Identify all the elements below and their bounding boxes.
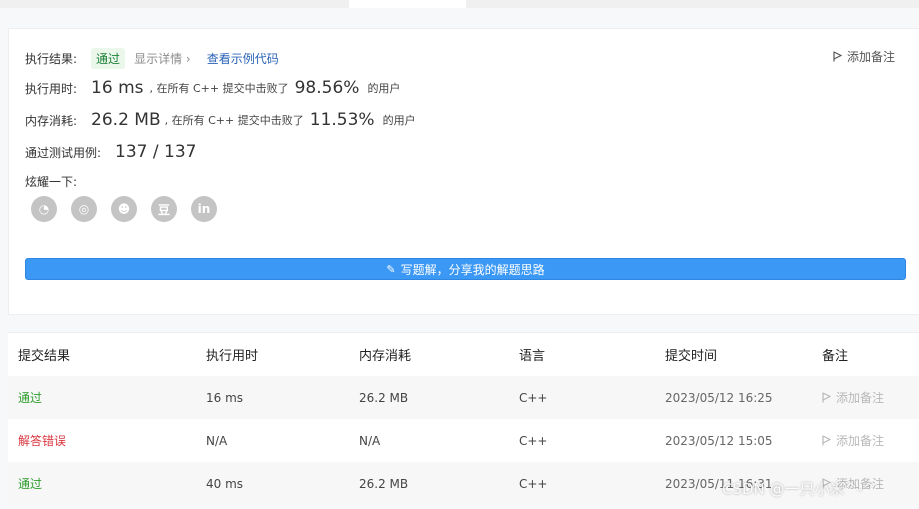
watermark: CSDN @一只小米^-^ <box>722 480 876 498</box>
row-result[interactable]: 通过 <box>18 376 42 419</box>
share-row: 炫耀一下: <box>25 173 77 190</box>
runtime-description: , 在所有 C++ 提交中击败了 <box>149 82 289 95</box>
row-result[interactable]: 解答错误 <box>18 419 66 462</box>
view-example-code-link[interactable]: 查看示例代码 <box>207 50 279 67</box>
table-row[interactable]: 解答错误 N/A N/A C++ 2023/05/12 15:05 添加备注 <box>8 419 919 462</box>
runtime-value: 16 ms <box>91 78 144 98</box>
row-time: 2023/05/12 16:25 <box>665 390 773 405</box>
runtime-row: 执行用时: 16 ms , 在所有 C++ 提交中击败了 98.56% 的用户 <box>25 78 400 98</box>
douban-icon[interactable]: 豆 <box>151 196 177 222</box>
row-language: C++ <box>519 433 548 448</box>
row-memory: 26.2 MB <box>359 476 409 491</box>
header-memory: 内存消耗 <box>359 349 412 364</box>
memory-value: 26.2 MB <box>91 110 161 130</box>
tests-value: 137 / 137 <box>115 142 197 162</box>
row-memory: N/A <box>359 433 381 448</box>
row-runtime: 40 ms <box>206 476 244 491</box>
pencil-icon: ✎ <box>386 262 396 276</box>
row-result[interactable]: 通过 <box>18 462 42 505</box>
show-detail-label: 显示详情 <box>134 52 183 66</box>
memory-description: , 在所有 C++ 提交中击败了 <box>164 114 304 127</box>
flag-icon <box>822 435 831 446</box>
write-solution-label: 写题解，分享我的解题思路 <box>400 262 545 277</box>
row-time: 2023/05/12 15:05 <box>665 433 773 448</box>
memory-label: 内存消耗: <box>25 113 78 128</box>
tests-label: 通过测试用例: <box>25 145 102 160</box>
flag-icon <box>833 51 842 62</box>
wechat-icon[interactable]: ◔ <box>31 196 57 222</box>
header-result: 提交结果 <box>18 349 71 364</box>
row-runtime: N/A <box>206 433 228 448</box>
share-label: 炫耀一下: <box>25 175 78 189</box>
row-language: C++ <box>519 390 548 405</box>
row-runtime: 16 ms <box>206 390 244 405</box>
runtime-suffix: 的用户 <box>367 82 401 95</box>
status-badge: 通过 <box>91 48 126 69</box>
header-time: 提交时间 <box>665 349 718 364</box>
runtime-label: 执行用时: <box>25 81 78 96</box>
status-label: 执行结果: <box>25 52 78 66</box>
row-language: C++ <box>519 476 548 491</box>
row-add-note-button[interactable]: 添加备注 <box>822 419 884 462</box>
row-memory: 26.2 MB <box>359 390 409 405</box>
flag-icon <box>822 392 831 403</box>
memory-suffix: 的用户 <box>382 114 416 127</box>
result-card: 执行结果: 通过 显示详情 › 查看示例代码 添加备注 执行用时: 16 ms … <box>8 28 919 315</box>
linkedin-icon[interactable]: in <box>191 196 217 222</box>
header-note: 备注 <box>822 349 849 364</box>
runtime-percent: 98.56% <box>294 78 360 98</box>
weibo-icon[interactable]: ◎ <box>71 196 97 222</box>
memory-row: 内存消耗: 26.2 MB , 在所有 C++ 提交中击败了 11.53% 的用… <box>25 110 416 130</box>
show-detail-link[interactable]: 显示详情 › <box>134 50 191 67</box>
share-icons: ◔ ◎ ☻ 豆 in <box>31 196 217 222</box>
row-add-note-button[interactable]: 添加备注 <box>822 376 884 419</box>
add-note-label: 添加备注 <box>846 50 895 64</box>
header-runtime: 执行用时 <box>206 349 259 364</box>
chevron-right-icon: › <box>185 52 191 66</box>
qq-icon[interactable]: ☻ <box>111 196 137 222</box>
tests-row: 通过测试用例: 137 / 137 <box>25 142 196 162</box>
status-row: 执行结果: 通过 显示详情 › 查看示例代码 <box>25 48 279 69</box>
table-row[interactable]: 通过 16 ms 26.2 MB C++ 2023/05/12 16:25 添加… <box>8 376 919 419</box>
row-note-label: 添加备注 <box>836 434 885 448</box>
header-language: 语言 <box>519 349 546 364</box>
row-note-label: 添加备注 <box>836 391 885 405</box>
add-note-button[interactable]: 添加备注 <box>833 48 895 65</box>
memory-percent: 11.53% <box>309 110 375 130</box>
table-header: 提交结果 执行用时 内存消耗 语言 提交时间 备注 <box>8 333 919 376</box>
write-solution-button[interactable]: ✎ 写题解，分享我的解题思路 <box>25 258 906 280</box>
tab-submissions[interactable] <box>349 0 466 8</box>
